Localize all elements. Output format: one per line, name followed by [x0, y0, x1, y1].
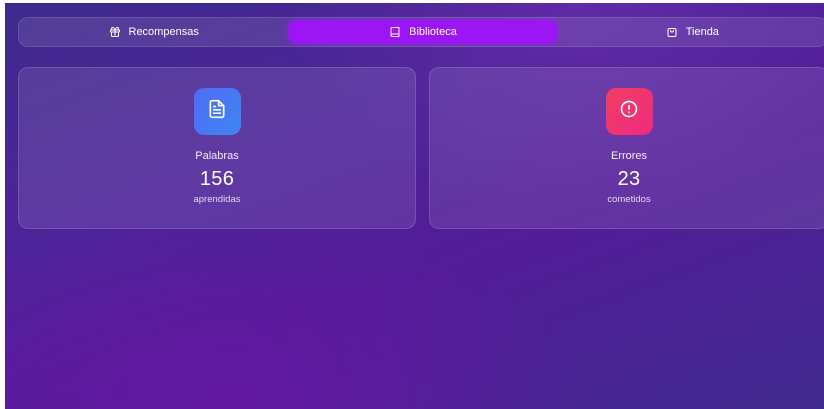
alert-circle-icon [619, 99, 639, 124]
shopping-bag-icon [666, 26, 678, 38]
app-window: Recompensas Biblioteca Tienda Palabras 1… [5, 3, 824, 409]
tab-tienda[interactable]: Tienda [558, 20, 824, 44]
tab-biblioteca-label: Biblioteca [409, 26, 457, 38]
tab-biblioteca[interactable]: Biblioteca [288, 20, 558, 44]
document-icon [207, 99, 227, 124]
words-sublabel: aprendidas [193, 194, 241, 205]
words-count: 156 [199, 168, 235, 190]
errors-label: Errores [610, 150, 648, 162]
tab-bar: Recompensas Biblioteca Tienda [18, 17, 824, 47]
errors-count: 23 [617, 168, 641, 190]
words-label: Palabras [195, 150, 239, 162]
errors-stat-card: Errores 23 cometidos [429, 67, 824, 229]
words-stat-card: Palabras 156 aprendidas [18, 67, 416, 229]
errors-badge [605, 88, 653, 135]
tab-recompensas[interactable]: Recompensas [19, 20, 288, 44]
book-icon [389, 26, 401, 38]
words-badge [193, 88, 241, 135]
errors-sublabel: cometidos [607, 194, 651, 205]
tab-recompensas-label: Recompensas [128, 26, 199, 38]
gift-icon [109, 26, 121, 38]
tab-tienda-label: Tienda [685, 26, 719, 38]
